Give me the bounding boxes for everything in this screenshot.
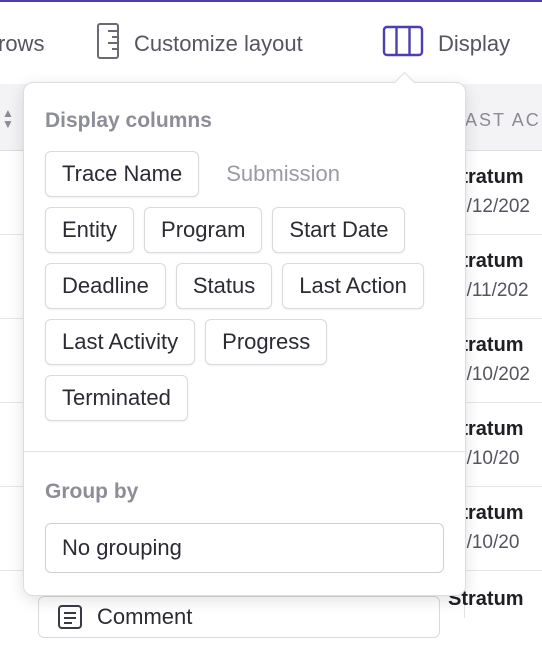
- group-by-value: No grouping: [62, 535, 182, 560]
- group-by-title: Group by: [45, 480, 139, 503]
- toolbar: rows Customize layout Display: [0, 2, 542, 84]
- customize-layout-label: Customize layout: [134, 31, 303, 56]
- comment-label: Comment: [97, 604, 193, 629]
- rows-label: rows: [0, 31, 45, 56]
- column-header-last-action[interactable]: AST AC: [465, 110, 541, 131]
- display-columns-title: Display columns: [45, 109, 212, 132]
- rows-button[interactable]: rows: [0, 24, 44, 64]
- columns-icon: [382, 25, 424, 63]
- cell-date: 2/11/202: [456, 280, 529, 301]
- customize-layout-button[interactable]: Customize layout: [96, 22, 303, 66]
- display-popover: Display columns Trace Name Submission En…: [23, 71, 466, 596]
- column-chip-progress[interactable]: Progress: [205, 319, 328, 365]
- column-chip-program[interactable]: Program: [144, 207, 263, 253]
- sort-icon[interactable]: ▲ ▼: [2, 107, 14, 130]
- group-by-select[interactable]: No grouping: [45, 523, 444, 573]
- display-label: Display: [438, 31, 511, 56]
- column-chip-list: Trace Name Submission Entity Program Sta…: [45, 151, 455, 421]
- column-chip-terminated[interactable]: Terminated: [45, 375, 188, 421]
- column-chip-last-action[interactable]: Last Action: [282, 263, 424, 309]
- column-chip-submission[interactable]: Submission: [209, 151, 357, 197]
- column-chip-start-date[interactable]: Start Date: [272, 207, 406, 253]
- ruler-icon: [96, 22, 120, 66]
- column-chip-entity[interactable]: Entity: [45, 207, 135, 253]
- column-chip-status[interactable]: Status: [175, 263, 273, 309]
- cell-date: 5/10/202: [456, 364, 530, 385]
- cell-date: 0/12/202: [456, 196, 530, 217]
- popover-divider: [24, 451, 465, 452]
- display-button[interactable]: Display: [382, 24, 510, 64]
- comment-icon: [57, 604, 83, 630]
- comment-button[interactable]: Comment: [38, 596, 440, 638]
- column-chip-last-activity[interactable]: Last Activity: [45, 319, 196, 365]
- column-chip-trace-name[interactable]: Trace Name: [45, 151, 200, 197]
- column-chip-deadline[interactable]: Deadline: [45, 263, 166, 309]
